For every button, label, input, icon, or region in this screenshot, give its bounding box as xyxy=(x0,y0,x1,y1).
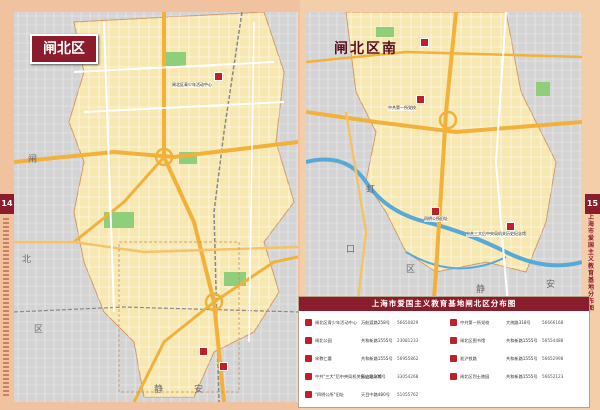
legend-row: 宋教仁墓 共和新路1555号 56955862 xyxy=(305,353,445,365)
site-marker-icon xyxy=(450,319,457,326)
area-label: 安 xyxy=(194,385,204,395)
site-marker-icon[interactable] xyxy=(416,95,425,104)
legend-row: 闸北区图书馆 共和新路1555号 56554488 xyxy=(450,335,590,347)
decorative-strip xyxy=(3,218,9,398)
district-title-badge: 闸北区 xyxy=(30,34,98,64)
page-number: 14 xyxy=(0,194,14,214)
legend-row: 淞沪铁路 共和新路1555号 56652998 xyxy=(450,353,590,365)
legend-site-phone: 56650829 xyxy=(397,320,419,325)
legend-site-phone: 51055762 xyxy=(397,392,419,397)
legend-row: 闸北公园 共和新路1555号 23081233 xyxy=(305,335,445,347)
area-label: 静 xyxy=(476,285,486,295)
site-marker-icon xyxy=(305,391,312,398)
legend-grid: 闸北区青少年活动中心 万航渡路258号 56650829 闸北公园 共和新路1555号 2… xyxy=(299,313,589,407)
site-marker-icon xyxy=(305,337,312,344)
area-label: 静 xyxy=(154,385,164,395)
site-marker-icon[interactable] xyxy=(506,222,515,231)
site-marker-icon xyxy=(305,373,312,380)
site-marker-icon[interactable] xyxy=(214,72,223,81)
legend-site-address: 共和新路1555号 xyxy=(361,338,393,343)
legend-site-name: "四明公所"旧址 xyxy=(315,392,344,397)
area-label: 闸 xyxy=(28,155,38,165)
legend-site-phone: 56652998 xyxy=(542,356,564,361)
atlas-spread: 闸北区青少年活动中心 闸 北 区 静 安 闸北区 中共第一所党校 四明公所旧址 … xyxy=(0,0,600,410)
site-marker-icon xyxy=(450,355,457,362)
legend-site-phone: 56554488 xyxy=(542,338,564,343)
legend-site-name: 闸北区图书馆 xyxy=(460,338,486,343)
site-marker-icon xyxy=(305,319,312,326)
legend-site-address: 共和新路1555号 xyxy=(506,356,538,361)
legend-site-phone: 56652123 xyxy=(542,374,564,379)
legend-site-phone: 56955862 xyxy=(397,356,419,361)
site-label: 中共三大后中央局机关历史纪念馆 xyxy=(466,231,526,237)
legend-row: 闸北区青少年活动中心 万航渡路258号 56650829 xyxy=(305,317,445,329)
legend-row: 中共第一所党校 大统路318号 56666168 xyxy=(450,317,590,329)
legend-table: 上海市爱国主义教育基地闸北区分布图 闸北区青少年活动中心 万航渡路258号 5665… xyxy=(298,296,590,408)
legend-site-address: 天目中路480号 xyxy=(361,392,390,397)
site-marker-icon[interactable] xyxy=(199,347,208,356)
area-label: 口 xyxy=(346,245,356,255)
site-marker-icon[interactable] xyxy=(431,207,440,216)
left-map-svg xyxy=(14,12,298,402)
page-number: 15 xyxy=(585,194,600,214)
site-marker-icon xyxy=(305,355,312,362)
area-label: 安 xyxy=(546,280,556,290)
site-label: 中共第一所党校 xyxy=(388,105,416,111)
legend-site-name: 淞沪铁路 xyxy=(460,356,477,361)
legend-site-address: 共和新路1555号 xyxy=(506,338,538,343)
legend-title: 上海市爱国主义教育基地闸北区分布图 xyxy=(299,297,589,311)
green-area xyxy=(164,52,186,66)
legend-site-phone: 23081233 xyxy=(397,338,419,343)
legend-site-name: 宋教仁墓 xyxy=(315,356,332,361)
site-marker-icon[interactable] xyxy=(219,362,228,371)
district-title: 闸北区南 xyxy=(334,41,398,57)
site-marker-icon[interactable] xyxy=(420,38,429,47)
legend-row: 闸北区烈士陵园 共和新路1555号 56652123 xyxy=(450,371,590,383)
left-map[interactable]: 闸北区青少年活动中心 闸 北 区 静 安 xyxy=(14,12,298,402)
legend-row: 中共"三大"后中央局机关历史纪念馆 象山路100号 33054268 xyxy=(305,371,445,383)
site-label: 四明公所旧址 xyxy=(424,216,448,222)
legend-site-name: 闸北公园 xyxy=(315,338,332,343)
legend-site-name: 中共第一所党校 xyxy=(460,320,490,325)
legend-site-name: 闸北区青少年活动中心 xyxy=(315,320,357,325)
legend-site-address: 万航渡路258号 xyxy=(361,320,390,325)
legend-site-address: 象山路100号 xyxy=(361,374,386,379)
legend-site-address: 共和新路1555号 xyxy=(361,356,393,361)
site-marker-icon xyxy=(450,373,457,380)
site-marker-icon xyxy=(450,337,457,344)
legend-row: "四明公所"旧址 天目中路480号 51055762 xyxy=(305,389,445,401)
area-label: 区 xyxy=(406,265,416,275)
area-label: 北 xyxy=(22,255,32,265)
area-label: 区 xyxy=(34,325,44,335)
area-label: 虹 xyxy=(366,185,376,195)
legend-site-address: 大统路318号 xyxy=(506,320,531,325)
legend-site-address: 共和新路1555号 xyxy=(506,374,538,379)
site-label: 闸北区青少年活动中心 xyxy=(172,82,212,88)
legend-site-name: 闸北区烈士陵园 xyxy=(460,374,490,379)
legend-site-phone: 33054268 xyxy=(397,374,419,379)
legend-site-phone: 56666168 xyxy=(542,320,564,325)
